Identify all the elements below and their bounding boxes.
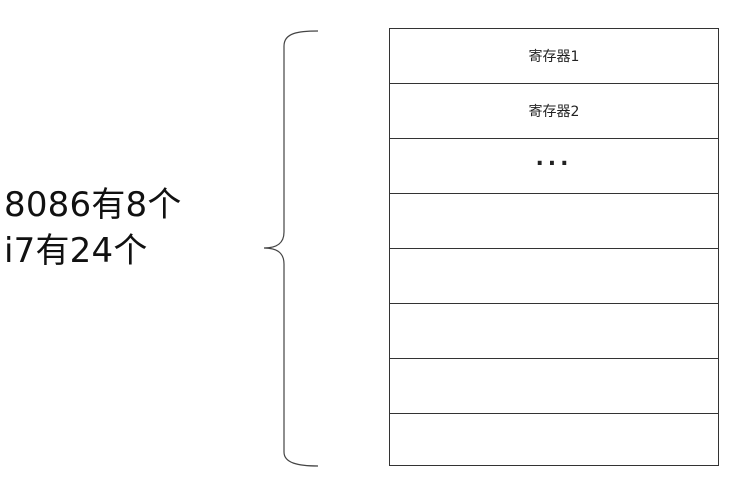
register-label-1: 寄存器1: [528, 49, 580, 65]
ellipsis-label: ...: [535, 145, 573, 171]
register-row-empty-5: [390, 414, 718, 465]
register-label-2: 寄存器2: [528, 104, 580, 120]
curly-brace-path: [263, 30, 319, 467]
register-stack: 寄存器1 寄存器2 ...: [389, 28, 719, 466]
register-row-empty-3: [390, 304, 718, 359]
register-row-ellipsis: ...: [390, 139, 718, 194]
register-row-empty-4: [390, 359, 718, 414]
register-row-empty-1: [390, 194, 718, 249]
register-row-1: 寄存器1: [390, 29, 718, 84]
register-row-2: 寄存器2: [390, 84, 718, 139]
register-row-empty-2: [390, 249, 718, 304]
